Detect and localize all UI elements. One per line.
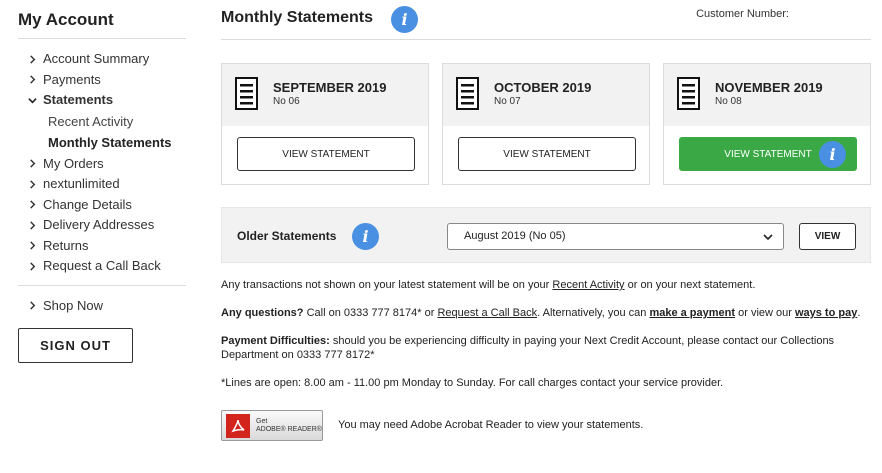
sign-out-button[interactable]: SIGN OUT — [18, 328, 133, 363]
sidebar-subitem-recent-activity[interactable]: Recent Activity — [18, 111, 186, 133]
info-bold: Any questions? — [221, 307, 304, 319]
button-label: VIEW STATEMENT — [724, 148, 812, 160]
statement-month: NOVEMBER 2019 — [715, 80, 823, 95]
info-icon[interactable]: i — [352, 223, 379, 250]
view-statement-button[interactable]: VIEW STATEMENT — [237, 137, 415, 171]
chevron-right-icon — [30, 159, 36, 168]
make-payment-link[interactable]: make a payment — [649, 307, 735, 319]
ways-to-pay-link[interactable]: ways to pay — [795, 307, 857, 319]
document-icon — [235, 77, 258, 110]
sidebar-item-nextunlimited[interactable]: nextunlimited — [18, 174, 186, 195]
chevron-right-icon — [30, 75, 36, 84]
document-icon — [677, 77, 700, 110]
info-text: . — [857, 307, 861, 319]
statement-card-header: OCTOBER 2019 No 07 — [443, 64, 649, 126]
statement-card: NOVEMBER 2019 No 08 VIEW STATEMENT i — [663, 63, 871, 185]
view-statement-button[interactable]: VIEW STATEMENT — [458, 137, 636, 171]
info-paragraph: Any transactions not shown on your lates… — [221, 278, 871, 292]
chevron-right-icon — [30, 55, 36, 64]
request-call-back-link[interactable]: Request a Call Back — [437, 307, 537, 319]
sidebar-item-label: Request a Call Back — [43, 258, 161, 273]
sidebar-item-statements[interactable]: Statements — [18, 90, 186, 111]
sidebar-item-label: Payments — [43, 71, 101, 87]
statement-card: SEPTEMBER 2019 No 06 VIEW STATEMENT — [221, 63, 429, 185]
older-statements-select[interactable]: August 2019 (No 05) — [447, 223, 784, 250]
chevron-right-icon — [30, 180, 36, 189]
lines-open-note: *Lines are open: 8.00 am - 11.00 pm Mond… — [221, 377, 724, 389]
sidebar-item-label: My Orders — [43, 155, 104, 171]
main-content: Monthly Statements i Customer Number: SE… — [221, 0, 871, 441]
chevron-right-icon — [30, 241, 36, 250]
select-value: August 2019 (No 05) — [464, 230, 566, 242]
sidebar-title: My Account — [18, 0, 186, 39]
adobe-badge-text: Get ADOBE® READER® — [256, 418, 322, 434]
chevron-right-icon — [30, 301, 36, 310]
statement-number: No 07 — [494, 96, 521, 107]
chevron-down-icon — [763, 234, 773, 241]
sidebar-item-label: Change Details — [43, 196, 132, 212]
sidebar-item-shop-now[interactable]: Shop Now — [18, 296, 186, 317]
sidebar-item-change-details[interactable]: Change Details — [18, 195, 186, 216]
chevron-right-icon — [30, 221, 36, 230]
chevron-right-icon — [30, 262, 36, 271]
statement-number: No 06 — [273, 96, 300, 107]
adobe-brand-text: ADOBE® READER® — [256, 425, 322, 433]
info-icon[interactable]: i — [391, 6, 418, 33]
info-paragraph: Any questions? Call on 0333 777 8174* or… — [221, 306, 871, 320]
chevron-right-icon — [30, 200, 36, 209]
adobe-note: You may need Adobe Acrobat Reader to vie… — [338, 419, 644, 431]
sidebar-item-returns[interactable]: Returns — [18, 236, 186, 257]
info-text: Any transactions not shown on your lates… — [221, 279, 553, 291]
sidebar-subitem-monthly-statements[interactable]: Monthly Statements — [18, 132, 186, 154]
sidebar-item-label: Returns — [43, 237, 89, 253]
info-text: or on your next statement. — [624, 279, 756, 291]
statement-card-header: SEPTEMBER 2019 No 06 — [222, 64, 428, 126]
adobe-reader-badge[interactable]: Get ADOBE® READER® — [221, 410, 323, 441]
older-statements-panel: Older Statements i August 2019 (No 05) V… — [221, 207, 871, 263]
older-statements-label: Older Statements — [237, 229, 337, 243]
sidebar-item-label: Account Summary — [43, 51, 150, 66]
sidebar-item-delivery-addresses[interactable]: Delivery Addresses — [18, 215, 186, 236]
adobe-logo-icon — [226, 413, 250, 438]
info-text: . Alternatively, you can — [537, 307, 650, 319]
statement-number: No 08 — [715, 96, 742, 107]
sidebar-item-label: Shop Now — [43, 297, 103, 313]
sidebar-item-payments[interactable]: Payments — [18, 70, 186, 91]
sidebar-item-label: nextunlimited — [43, 176, 120, 191]
customer-number-label: Customer Number: — [696, 8, 789, 20]
chevron-down-icon — [28, 97, 37, 104]
page-header: Monthly Statements i Customer Number: — [221, 0, 871, 40]
sidebar-item-account-summary[interactable]: Account Summary — [18, 49, 186, 70]
adobe-get-text: Get — [256, 417, 268, 425]
info-icon[interactable]: i — [819, 141, 846, 168]
info-paragraph: Payment Difficulties: should you be expe… — [221, 334, 871, 362]
info-bold: Payment Difficulties: — [221, 335, 330, 347]
sidebar-item-request-call-back[interactable]: Request a Call Back — [18, 256, 186, 277]
view-latest-statement-button[interactable]: VIEW STATEMENT i — [679, 137, 857, 171]
info-text: Call on 0333 777 8174* or — [303, 307, 438, 319]
statement-card-header: NOVEMBER 2019 No 08 — [664, 64, 870, 126]
statement-card: OCTOBER 2019 No 07 VIEW STATEMENT — [442, 63, 650, 185]
sidebar-item-label: Delivery Addresses — [43, 217, 155, 232]
sidebar-nav: Account Summary Payments Statements Rece… — [18, 39, 186, 277]
document-icon — [456, 77, 479, 110]
recent-activity-link[interactable]: Recent Activity — [552, 279, 624, 291]
statement-cards: SEPTEMBER 2019 No 06 VIEW STATEMENT OCTO… — [221, 63, 871, 185]
sidebar-separator: Shop Now SIGN OUT — [18, 284, 186, 363]
sidebar: My Account Account Summary Payments Stat… — [18, 0, 186, 363]
statement-month: SEPTEMBER 2019 — [273, 80, 387, 95]
sidebar-item-label: Statements — [43, 92, 114, 107]
page-title: Monthly Statements — [221, 9, 374, 26]
info-text: or view our — [735, 307, 795, 319]
statement-month: OCTOBER 2019 — [494, 80, 592, 95]
view-older-statement-button[interactable]: VIEW — [799, 223, 856, 250]
sidebar-item-my-orders[interactable]: My Orders — [18, 154, 186, 175]
